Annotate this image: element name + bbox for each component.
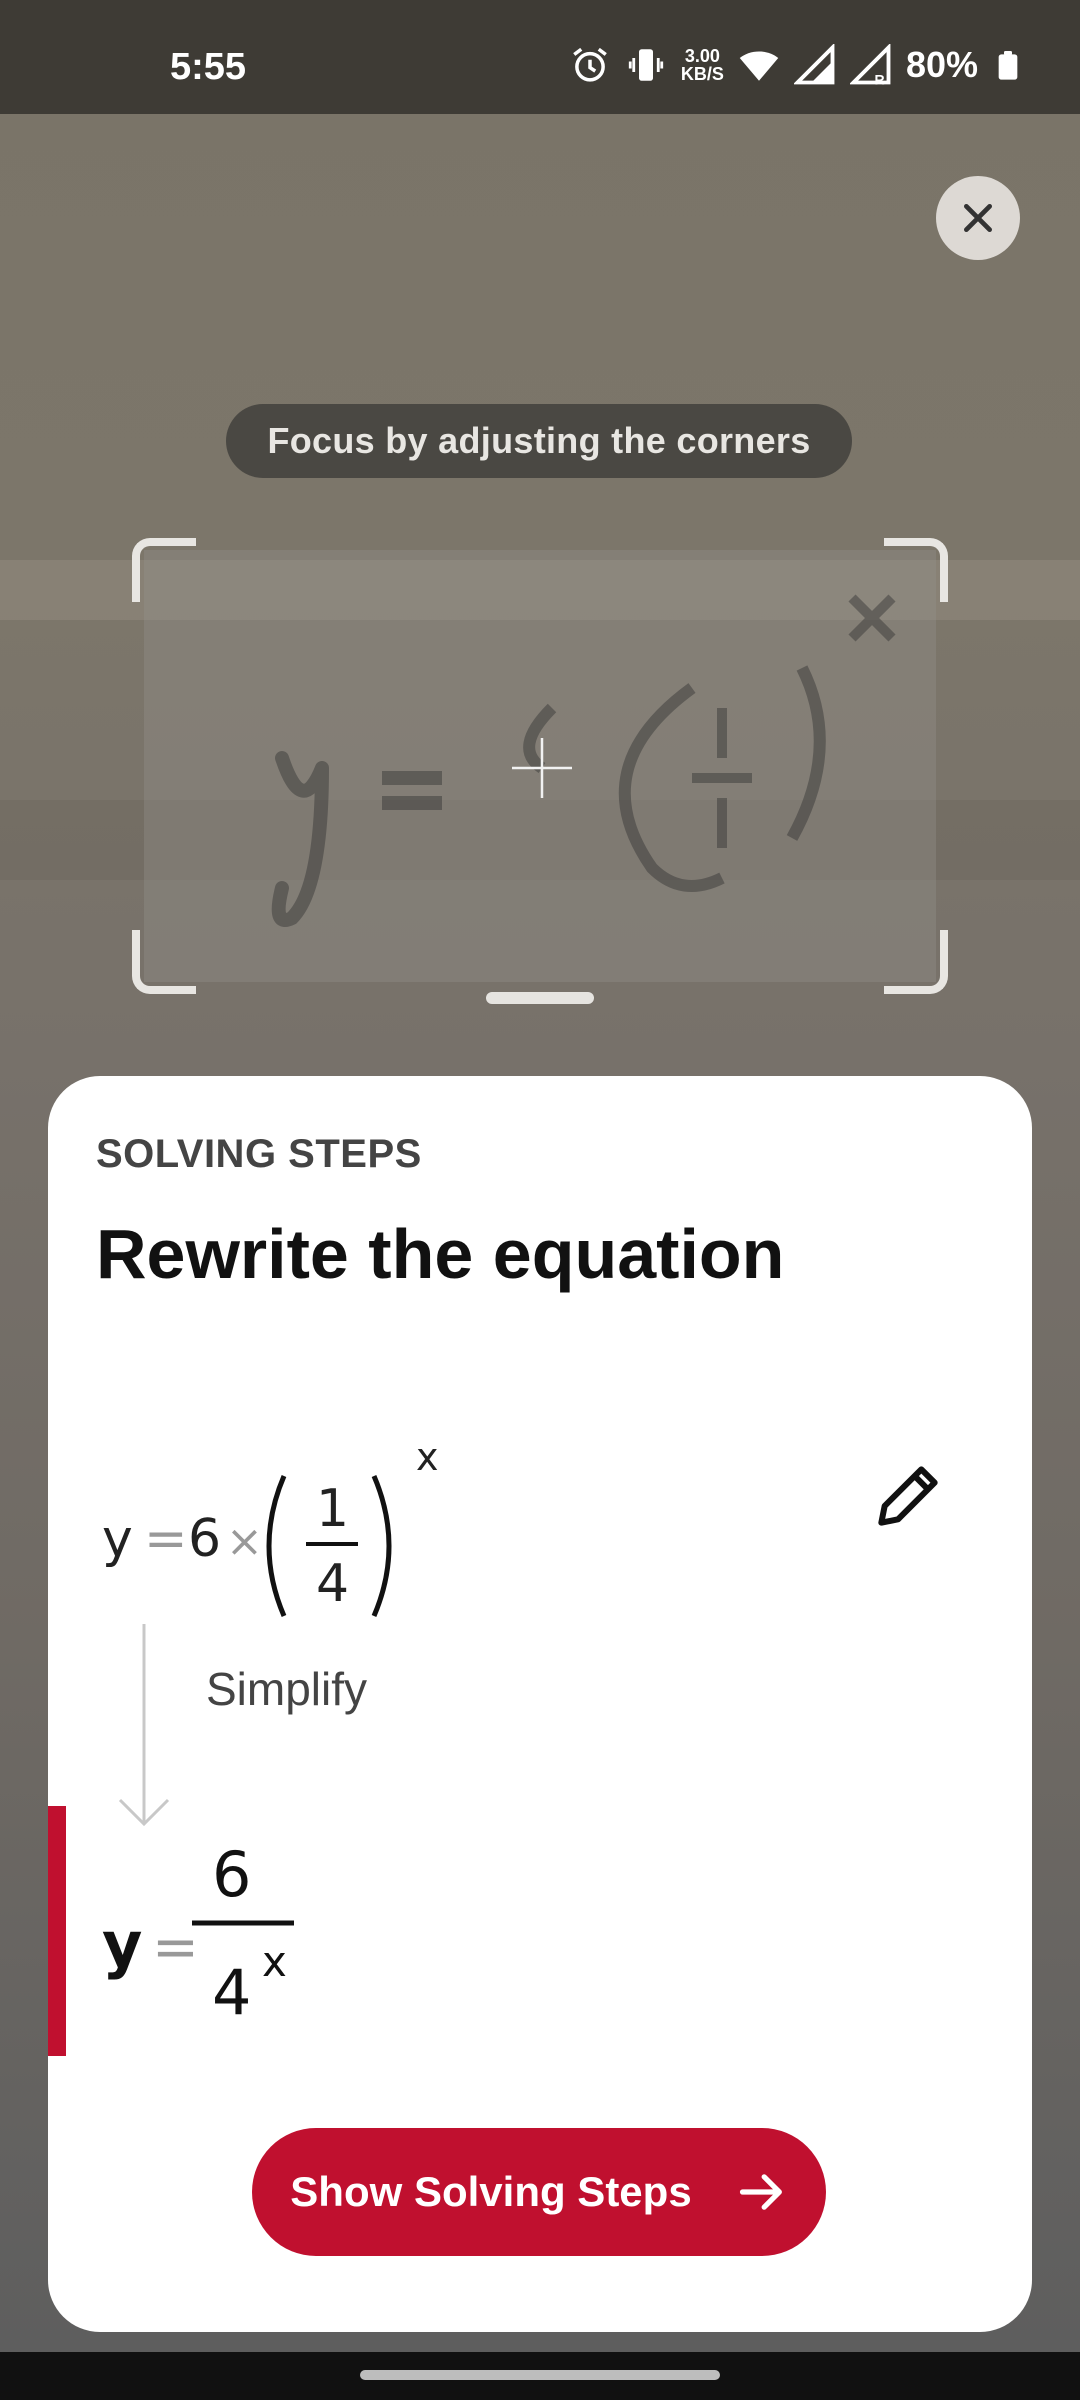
status-time: 5:55	[170, 46, 247, 88]
step-label-simplify: Simplify	[206, 1663, 368, 1715]
eq2-equals: =	[152, 1915, 199, 1980]
close-icon	[964, 204, 992, 232]
crop-corner-top-left[interactable]	[132, 538, 196, 602]
crop-corner-top-right[interactable]	[884, 538, 948, 602]
alarm-icon	[573, 47, 607, 82]
eq1-equals: =	[144, 1509, 188, 1569]
close-button[interactable]	[936, 176, 1020, 260]
eq1-lhs: y	[102, 1509, 133, 1569]
edit-pencil-icon[interactable]	[868, 1456, 948, 1536]
result-equation: y = 6 4 x	[102, 1838, 294, 2029]
eq2-lhs: y	[102, 1908, 142, 1981]
speed-value: 3.00	[684, 46, 720, 66]
show-solving-steps-label: Show Solving Steps	[290, 2168, 692, 2215]
eq1-numerator: 1	[316, 1479, 349, 1539]
status-icons: 3.00 KB/S R 80%	[569, 44, 1024, 86]
eq1-coefficient: 6	[188, 1509, 221, 1569]
current-step-indicator	[48, 1806, 66, 2056]
arrow-right-icon	[739, 2174, 782, 2210]
signal-roaming-icon: R	[849, 44, 891, 86]
eq1-denominator: 4	[316, 1554, 349, 1614]
status-bar: 5:55 3.00 KB/S R 80%	[0, 0, 1080, 114]
wifi-icon	[739, 51, 779, 81]
eq1-exponent: x	[416, 1435, 439, 1479]
eq2-denominator: 4	[212, 1956, 251, 2029]
sheet-drag-handle[interactable]	[486, 992, 594, 1004]
signal-icon	[793, 44, 835, 85]
right-paren	[371, 1475, 392, 1617]
crop-corner-bottom-left[interactable]	[132, 930, 196, 994]
sheet-label: SOLVING STEPS	[96, 1132, 422, 1176]
crop-frame[interactable]	[132, 538, 948, 994]
battery-text: 80%	[905, 44, 978, 85]
vibrate-icon	[628, 49, 664, 81]
eq2-numerator: 6	[212, 1838, 251, 1911]
home-gesture-pill[interactable]	[360, 2370, 720, 2380]
step-arrow-icon	[118, 1624, 170, 1827]
focus-hint: Focus by adjusting the corners	[226, 404, 852, 478]
speed-unit: KB/S	[680, 64, 724, 84]
left-paren	[266, 1475, 287, 1617]
crosshair-icon	[512, 738, 572, 798]
navigation-bar	[0, 2352, 1080, 2400]
solving-steps-sheet: SOLVING STEPS Rewrite the equation y = 6…	[48, 1076, 1032, 2332]
show-solving-steps-button[interactable]: Show Solving Steps	[252, 2128, 826, 2256]
eq2-exponent: x	[262, 1937, 287, 1986]
battery-icon	[998, 51, 1018, 80]
crop-corner-bottom-right[interactable]	[884, 930, 948, 994]
step-title: Rewrite the equation	[96, 1215, 785, 1293]
svg-text:R: R	[874, 71, 884, 86]
eq1-times: ×	[226, 1516, 263, 1567]
network-speed: 3.00 KB/S	[681, 47, 724, 83]
handwritten-equation-image	[271, 594, 896, 927]
